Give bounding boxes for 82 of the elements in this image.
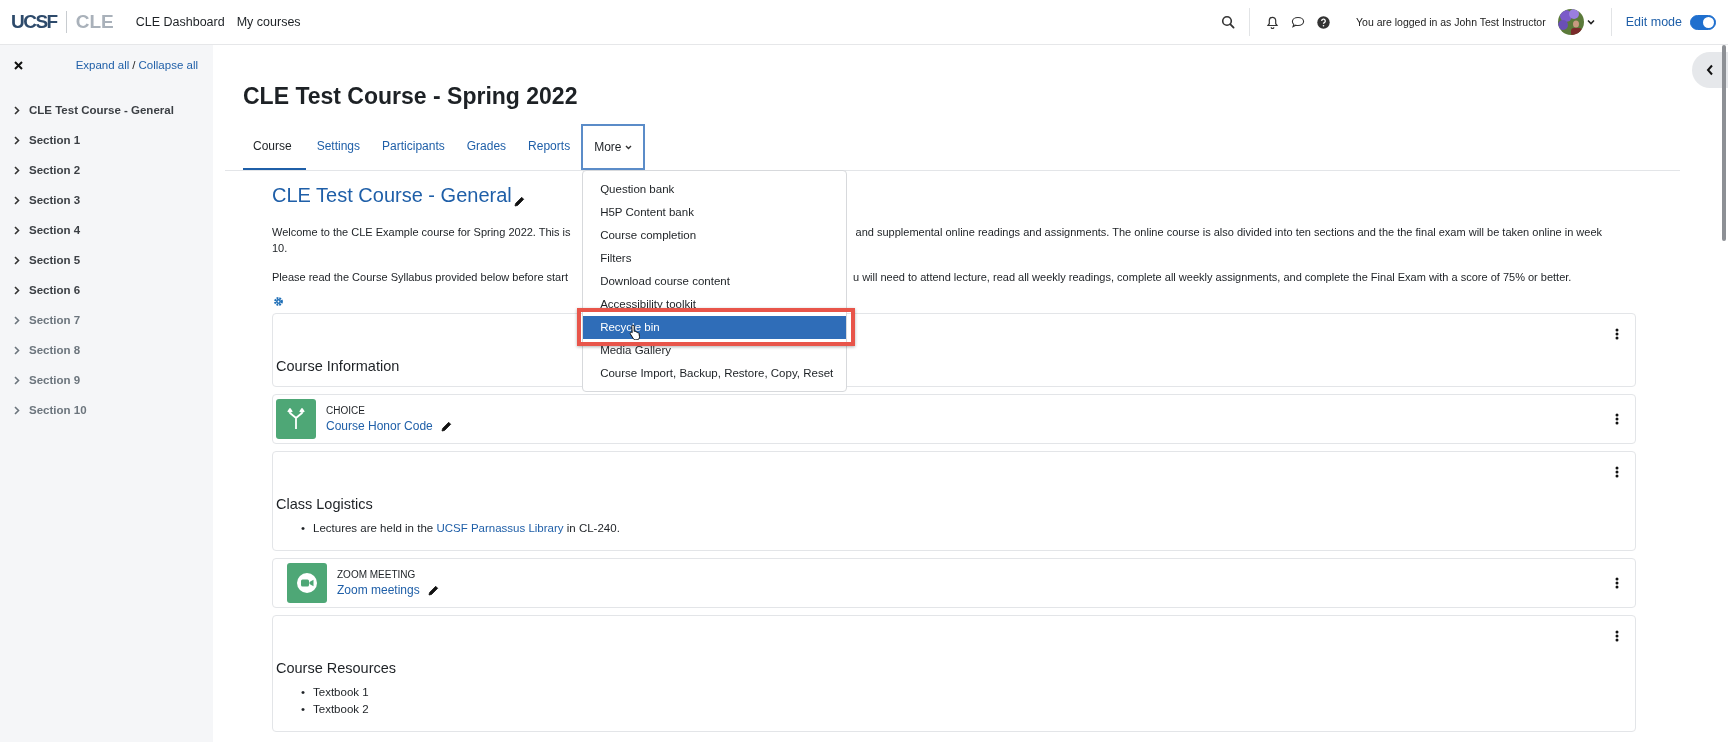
course-index-item[interactable]: Section 10	[29, 404, 87, 416]
course-index-item[interactable]: Section 7	[29, 314, 81, 326]
menu-item[interactable]: Media Gallery	[583, 339, 847, 362]
video-camera-icon	[287, 563, 327, 603]
more-options-icon[interactable]	[1615, 413, 1619, 425]
menu-item[interactable]: H5P Content bank	[583, 201, 847, 224]
section-heading: Course Resources	[276, 660, 397, 676]
section-heading: Class Logistics	[276, 496, 373, 512]
menu-item[interactable]: Question bank	[583, 178, 847, 201]
separator-text: /	[132, 59, 136, 71]
chevron-right-icon[interactable]	[14, 105, 20, 115]
nav-link[interactable]: CLE Dashboard	[135, 15, 225, 29]
nav-tab[interactable]: Settings	[305, 124, 372, 170]
edit-mode-label: Edit mode	[1625, 15, 1682, 29]
chevron-right-icon[interactable]	[14, 195, 20, 205]
activity-link[interactable]: Course Honor Code	[326, 419, 433, 433]
bullet-marker: •	[301, 685, 307, 700]
course-index-item[interactable]: CLE Test Course - General	[29, 104, 174, 116]
course-index-item[interactable]: Section 6	[29, 284, 81, 296]
section-title[interactable]: CLE Test Course - General	[272, 184, 512, 207]
nav-tab[interactable]: Course	[243, 124, 306, 170]
bullet-marker: •	[301, 521, 307, 536]
course-index-item[interactable]: Section 8	[29, 344, 81, 356]
course-index-item[interactable]: Section 2	[29, 164, 81, 176]
nav-tab[interactable]: Grades	[455, 124, 518, 170]
activity-type-label: CHOICE	[326, 405, 366, 416]
course-index-item[interactable]: Section 9	[29, 374, 81, 386]
chat-icon[interactable]	[1291, 16, 1305, 28]
list-item-text: Lectures are held in the UCSF Parnassus Library in CL-240.	[313, 522, 620, 534]
course-index-item[interactable]: Section 1	[29, 134, 81, 146]
section-heading: Course Information	[276, 358, 400, 374]
caret-icon[interactable]	[1586, 19, 1595, 25]
menu-item[interactable]: Course completion	[583, 224, 847, 247]
list-item-text: Textbook 2	[313, 703, 369, 715]
list-item-text: Textbook 1	[313, 686, 369, 698]
settings-icon[interactable]	[273, 296, 284, 307]
edit-mode-toggle[interactable]	[1690, 14, 1716, 30]
paragraph-text: Please read the Course Syllabus provided below before start	[272, 270, 568, 285]
more-tab[interactable]: More	[581, 124, 646, 170]
menu-item[interactable]: Filters	[583, 247, 847, 270]
paragraph-text: Welcome to the CLE Example course for Spring 2022. This is	[272, 225, 571, 240]
chevron-right-icon[interactable]	[14, 225, 20, 235]
logo-text[interactable]: UCSF	[11, 11, 57, 33]
library-link[interactable]: UCSF Parnassus Library	[436, 522, 564, 534]
pencil-icon[interactable]	[427, 584, 439, 596]
chevron-right-icon[interactable]	[14, 285, 20, 295]
nav-link[interactable]: My courses	[236, 15, 301, 29]
activity-type-label: ZOOM MEETING	[337, 569, 417, 580]
chevron-right-icon[interactable]	[14, 135, 20, 145]
paragraph-text: 10.	[272, 241, 288, 256]
chevron-right-icon[interactable]	[14, 255, 20, 265]
help-icon[interactable]	[1317, 15, 1330, 29]
collapse-all-link[interactable]: Collapse all	[138, 59, 198, 71]
chevron-left-icon	[1706, 64, 1714, 76]
paragraph-text: u will need to attend lecture, read all weekly readings, complete all weekly assignments, and complete the Final Exam with a score of 75% or better.	[852, 270, 1572, 285]
bullet-marker: •	[301, 702, 307, 717]
more-options-icon[interactable]	[1615, 577, 1619, 589]
course-index-item[interactable]: Section 4	[29, 224, 81, 236]
login-status: You are logged in as John Test Instructor	[1356, 16, 1546, 28]
close-icon[interactable]	[14, 60, 23, 70]
nav-tab[interactable]: Reports	[517, 124, 582, 170]
nav-tab[interactable]: Participants	[371, 124, 456, 170]
more-options-icon[interactable]	[1615, 630, 1619, 642]
activity-link[interactable]: Zoom meetings	[337, 583, 420, 597]
menu-item[interactable]: Course Import, Backup, Restore, Copy, Reset	[583, 362, 847, 385]
menu-item[interactable]: Download course content	[583, 270, 847, 293]
menu-item[interactable]: Accessibility toolkit	[583, 293, 847, 316]
pencil-icon[interactable]	[440, 420, 452, 432]
scrollbar-thumb[interactable]	[1722, 45, 1726, 241]
expand-all-link[interactable]: Expand all	[75, 59, 130, 71]
caret-icon	[625, 144, 633, 150]
more-options-icon[interactable]	[1615, 466, 1619, 478]
chevron-right-icon[interactable]	[14, 165, 20, 175]
paragraph-text: and supplemental online readings and assignments. The online course is also divided into ten sections and the the final exam will be taken online in week	[855, 225, 1602, 240]
more-options-icon[interactable]	[1615, 328, 1619, 340]
course-index-item[interactable]: Section 5	[29, 254, 81, 266]
course-title: CLE Test Course - Spring 2022	[243, 83, 579, 110]
pencil-icon[interactable]	[513, 196, 525, 207]
course-index-item[interactable]: Section 3	[29, 194, 81, 206]
signpost-icon	[276, 399, 316, 439]
search-icon[interactable]	[1221, 15, 1235, 29]
bell-icon[interactable]	[1266, 15, 1279, 29]
